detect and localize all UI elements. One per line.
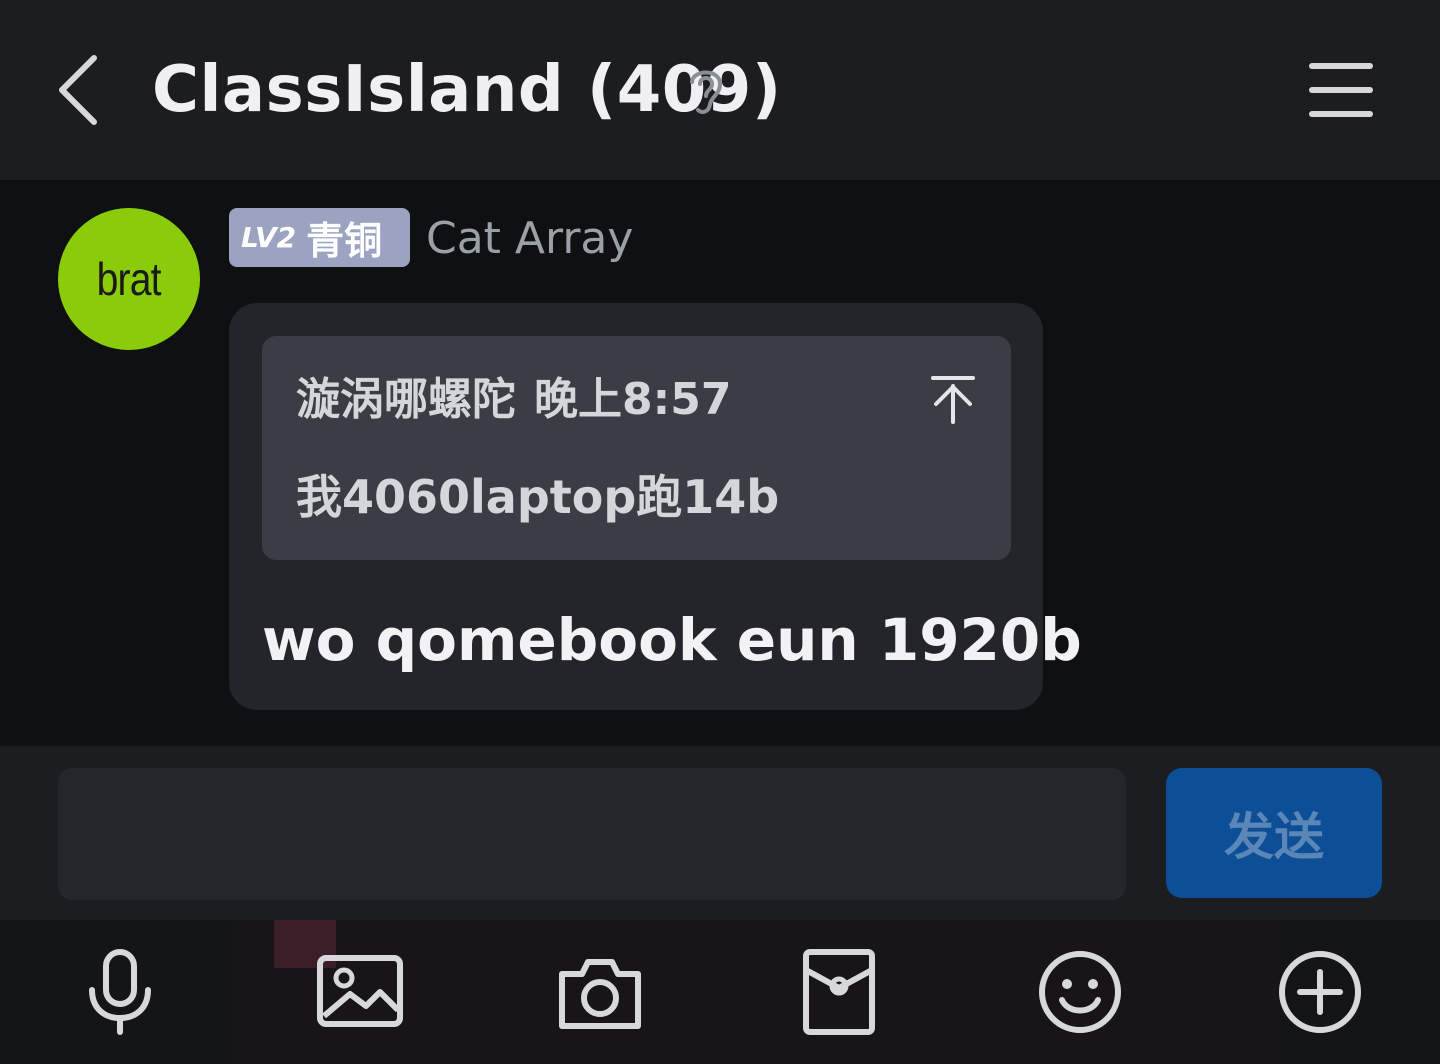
- jump-to-original-icon[interactable]: [930, 374, 976, 426]
- back-arrow-icon[interactable]: [52, 52, 112, 128]
- avatar-text: brat: [97, 253, 162, 305]
- quote-author: 漩涡哪螺陀: [296, 374, 516, 425]
- level-label: LV2: [241, 221, 297, 254]
- message-input[interactable]: [58, 768, 1126, 900]
- emoji-icon[interactable]: [1032, 944, 1128, 1040]
- send-button[interactable]: 发送: [1166, 768, 1382, 898]
- level-badge: LV2 青铜: [229, 208, 410, 267]
- red-packet-icon[interactable]: [792, 944, 888, 1040]
- sender-name[interactable]: Cat Array: [426, 210, 633, 268]
- avatar[interactable]: brat: [58, 208, 200, 350]
- quote-time: 晚上8:57: [534, 374, 732, 425]
- plus-icon[interactable]: [1272, 944, 1368, 1040]
- image-icon[interactable]: [312, 944, 408, 1040]
- quote-text: 我4060laptop跑14b: [296, 470, 780, 524]
- rank-label: 青铜: [306, 219, 383, 263]
- camera-icon[interactable]: [552, 944, 648, 1040]
- ear-icon[interactable]: [684, 62, 728, 118]
- quote-header: 漩涡哪螺陀 晚上8:57: [296, 370, 731, 430]
- microphone-icon[interactable]: [72, 944, 168, 1040]
- message-text: wo qomebook eun 1920b: [262, 606, 1082, 674]
- menu-icon[interactable]: [1306, 58, 1376, 122]
- chat-header: ClassIsland (409): [0, 0, 1440, 180]
